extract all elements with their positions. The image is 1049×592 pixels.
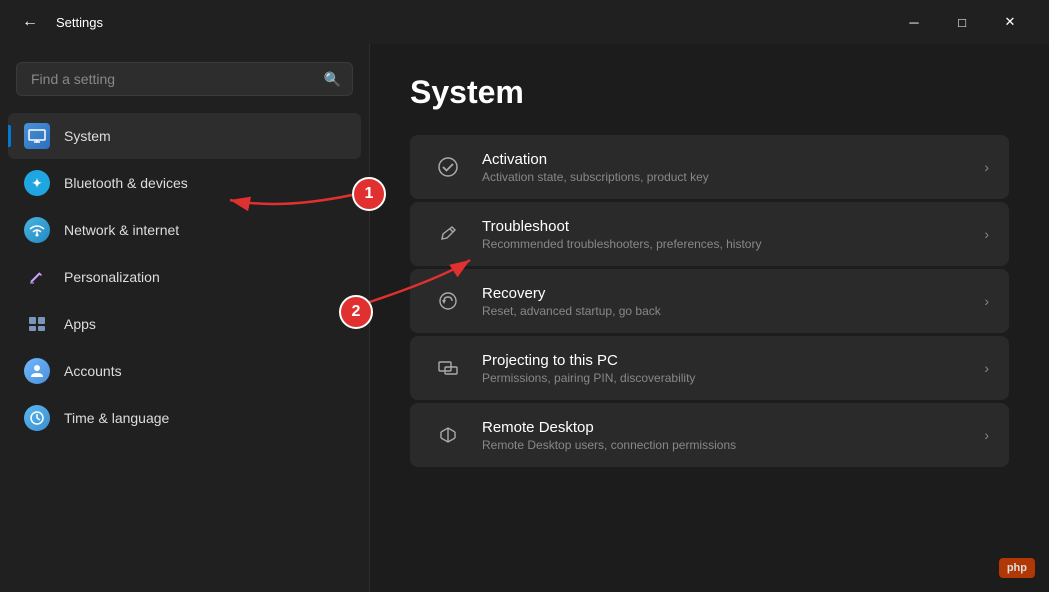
personalization-icon <box>24 264 50 290</box>
sidebar-item-label-personalization: Personalization <box>64 269 160 285</box>
sidebar-item-apps[interactable]: Apps <box>8 301 361 347</box>
back-button[interactable]: ← <box>16 8 44 36</box>
sidebar-item-label-accounts: Accounts <box>64 363 122 379</box>
projecting-description: Permissions, pairing PIN, discoverabilit… <box>482 371 974 385</box>
sidebar-item-label-system: System <box>64 128 111 144</box>
sidebar-item-label-bluetooth: Bluetooth & devices <box>64 175 188 191</box>
sidebar-item-bluetooth[interactable]: ✦ Bluetooth & devices <box>8 160 361 206</box>
titlebar-controls: ─ □ ✕ <box>891 6 1033 38</box>
annotation-1: 1 <box>352 177 386 211</box>
app-title: Settings <box>56 15 103 30</box>
network-icon <box>24 217 50 243</box>
activation-settings-icon <box>430 149 466 185</box>
troubleshoot-settings-icon <box>430 216 466 252</box>
annotation-2: 2 <box>339 295 373 329</box>
bluetooth-icon: ✦ <box>24 170 50 196</box>
chevron-right-icon: › <box>984 427 989 443</box>
accounts-icon <box>24 358 50 384</box>
troubleshoot-description: Recommended troubleshooters, preferences… <box>482 237 974 251</box>
chevron-right-icon: › <box>984 159 989 175</box>
chevron-right-icon: › <box>984 293 989 309</box>
remote-desktop-text: Remote Desktop Remote Desktop users, conn… <box>482 419 974 452</box>
settings-item-troubleshoot[interactable]: Troubleshoot Recommended troubleshooters,… <box>410 202 1009 266</box>
sidebar-item-personalization[interactable]: Personalization <box>8 254 361 300</box>
close-button[interactable]: ✕ <box>987 6 1033 38</box>
php-watermark: php <box>999 558 1035 578</box>
sidebar-nav: System ✦ Bluetooth & devices Network & inte… <box>0 112 369 442</box>
time-icon <box>24 405 50 431</box>
sidebar-item-label-time: Time & language <box>64 410 169 426</box>
settings-item-remote-desktop[interactable]: Remote Desktop Remote Desktop users, conn… <box>410 403 1009 467</box>
minimize-button[interactable]: ─ <box>891 6 937 38</box>
chevron-right-icon: › <box>984 226 989 242</box>
activation-title: Activation <box>482 151 974 168</box>
sidebar-item-time[interactable]: Time & language <box>8 395 361 441</box>
activation-text: Activation Activation state, subscription… <box>482 151 974 184</box>
projecting-text: Projecting to this PC Permissions, pairin… <box>482 352 974 385</box>
recovery-text: Recovery Reset, advanced startup, go back <box>482 285 974 318</box>
projecting-settings-icon <box>430 350 466 386</box>
sidebar-item-accounts[interactable]: Accounts <box>8 348 361 394</box>
recovery-description: Reset, advanced startup, go back <box>482 304 974 318</box>
projecting-title: Projecting to this PC <box>482 352 974 369</box>
settings-item-projecting[interactable]: Projecting to this PC Permissions, pairin… <box>410 336 1009 400</box>
main-content: System Activation Activation state, subsc… <box>370 44 1049 592</box>
remote-desktop-settings-icon <box>430 417 466 453</box>
troubleshoot-text: Troubleshoot Recommended troubleshooters,… <box>482 218 974 251</box>
system-icon <box>24 123 50 149</box>
settings-list: Activation Activation state, subscription… <box>410 135 1009 467</box>
titlebar-left: ← Settings <box>16 8 103 36</box>
recovery-title: Recovery <box>482 285 974 302</box>
activation-description: Activation state, subscriptions, product… <box>482 170 974 184</box>
page-title: System <box>410 74 1009 111</box>
sidebar-item-system[interactable]: System <box>8 113 361 159</box>
titlebar: ← Settings ─ □ ✕ <box>0 0 1049 44</box>
sidebar-item-label-apps: Apps <box>64 316 96 332</box>
sidebar-item-network[interactable]: Network & internet <box>8 207 361 253</box>
sidebar-item-label-network: Network & internet <box>64 222 179 238</box>
maximize-button[interactable]: □ <box>939 6 985 38</box>
remote-desktop-title: Remote Desktop <box>482 419 974 436</box>
chevron-right-icon: › <box>984 360 989 376</box>
apps-icon <box>24 311 50 337</box>
sidebar: 🔍 System ✦ Bluetooth & devices Network & in… <box>0 44 370 592</box>
remote-desktop-description: Remote Desktop users, connection permiss… <box>482 438 974 452</box>
troubleshoot-title: Troubleshoot <box>482 218 974 235</box>
settings-item-recovery[interactable]: Recovery Reset, advanced startup, go back… <box>410 269 1009 333</box>
search-box: 🔍 <box>16 62 353 96</box>
settings-item-activation[interactable]: Activation Activation state, subscription… <box>410 135 1009 199</box>
search-input[interactable] <box>16 62 353 96</box>
app-layout: 🔍 System ✦ Bluetooth & devices Network & in… <box>0 44 1049 592</box>
recovery-settings-icon <box>430 283 466 319</box>
